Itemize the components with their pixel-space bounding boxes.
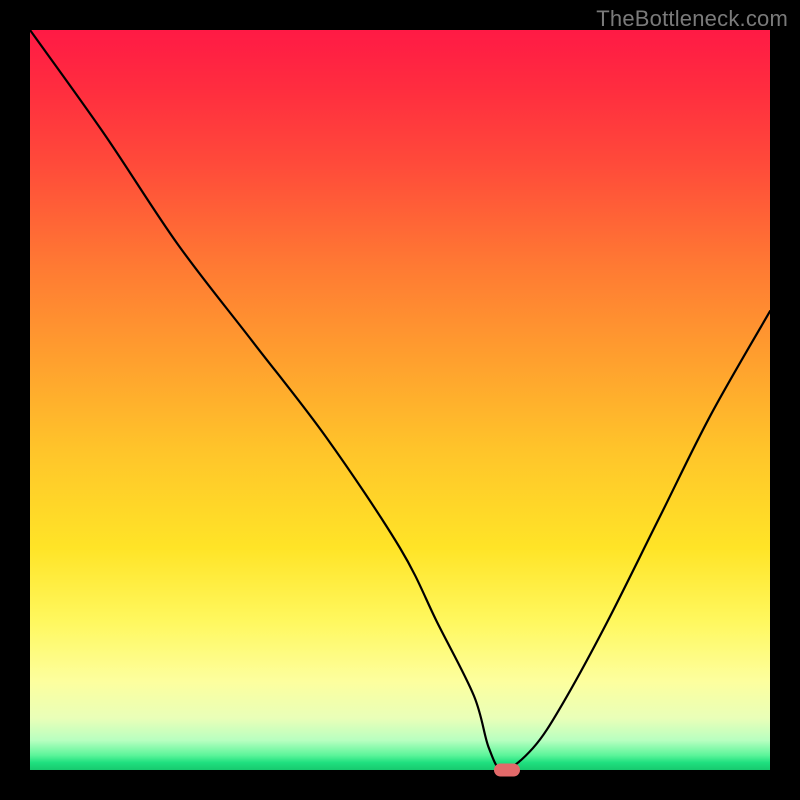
bottleneck-curve [30, 30, 770, 770]
plot-area [30, 30, 770, 770]
watermark-text: TheBottleneck.com [596, 6, 788, 32]
curve-svg [30, 30, 770, 770]
optimal-point-marker [494, 764, 520, 777]
chart-frame: TheBottleneck.com [0, 0, 800, 800]
